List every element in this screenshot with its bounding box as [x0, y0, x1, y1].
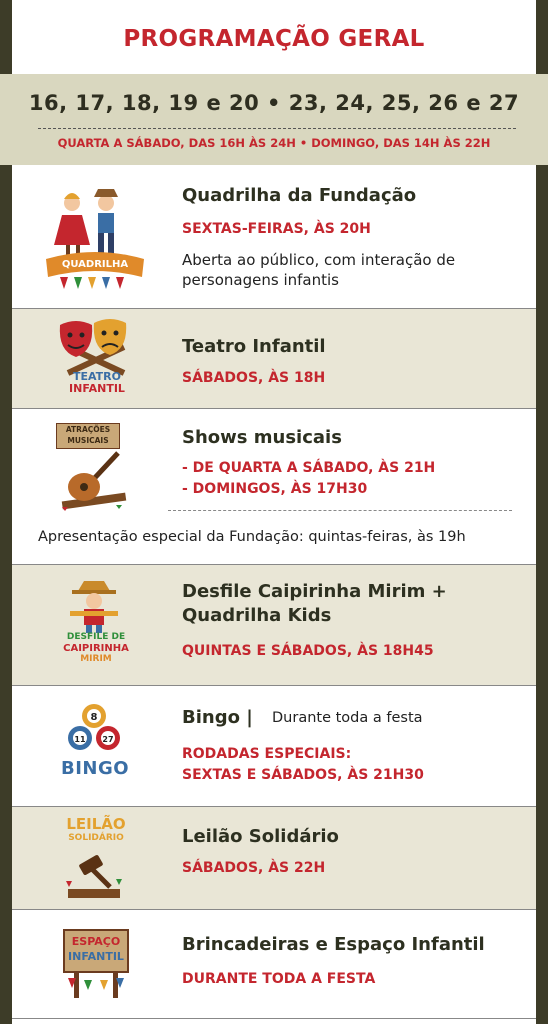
desfile-title-1: Desfile Caipirinha Mirim + — [182, 581, 447, 602]
quadrilha-title: Quadrilha da Fundação — [182, 185, 417, 206]
leilao-icon-label: LEILÃO SOLIDÁRIO — [48, 817, 144, 845]
event-bingo: 8 11 27 BINGO Bingo | Durante toda a fes… — [12, 686, 536, 806]
quadrilha-schedule: SEXTAS-FEIRAS, ÀS 20H — [182, 221, 371, 237]
event-teatro: TEATRO INFANTIL Teatro Infantil SÁBADOS,… — [12, 309, 536, 408]
brincadeiras-icon-label-1: ESPAÇO — [71, 935, 121, 948]
leilao-icon-label-1: LEILÃO — [66, 815, 126, 833]
shows-schedule-2: - DOMINGOS, ÀS 17H30 — [182, 481, 368, 497]
desfile-icon-label-1: DESFILE DE — [66, 632, 126, 642]
teatro-schedule: SÁBADOS, ÀS 18H — [182, 370, 326, 386]
teatro-title: Teatro Infantil — [182, 336, 326, 357]
brincadeiras-icon-label-2: INFANTIL — [68, 950, 124, 963]
bingo-ball-3: 27 — [102, 735, 113, 744]
page-title: PROGRAMAÇÃO GERAL — [123, 26, 425, 52]
shows-icon-label-1: ATRAÇÕES — [65, 425, 111, 434]
shows-note: Apresentação especial da Fundação: quint… — [38, 529, 466, 545]
brincadeiras-icon-label: ESPAÇO INFANTIL — [56, 934, 136, 964]
brincadeiras-schedule: DURANTE TODA A FESTA — [182, 971, 376, 987]
bingo-title: Bingo | — [182, 707, 253, 728]
leilao-schedule: SÁBADOS, ÀS 22H — [182, 860, 326, 876]
bingo-icon-label: BINGO — [60, 758, 130, 779]
bingo-ball-2: 11 — [74, 735, 86, 744]
dashed-divider — [168, 510, 512, 511]
program-card: PROGRAMAÇÃO GERAL 16, 17, 18, 19 e 20 • … — [0, 0, 548, 1024]
scarecrow-icon — [70, 581, 118, 633]
bingo-schedule-2: SEXTAS E SÁBADOS, ÀS 21H30 — [182, 767, 424, 783]
desfile-icon-label: DESFILE DE CAIPIRINHA MIRIM — [48, 632, 144, 665]
shows-title: Shows musicais — [182, 427, 342, 448]
teatro-icon-label: TEATRO INFANTIL — [52, 371, 142, 395]
gavel-icon — [66, 855, 122, 898]
desfile-title-2: Quadrilha Kids — [182, 605, 332, 626]
bingo-title-note: Durante toda a festa — [272, 710, 423, 726]
bingo-balls-icon: 8 11 27 — [68, 704, 120, 750]
leilao-icon-label-2: SOLIDÁRIO — [68, 833, 124, 843]
shows-icon-sign: ATRAÇÕES MUSICAIS — [56, 423, 120, 449]
quadrilha-desc-line2: personagens infantis — [182, 271, 339, 289]
quadrilha-desc-line1: Aberta ao público, com interação de — [182, 251, 456, 269]
desfile-icon-label-3: MIRIM — [80, 654, 112, 664]
shows-icon-label-2: MUSICAIS — [67, 436, 109, 445]
quadrilha-icon-label: QUADRILHA — [61, 259, 129, 270]
brincadeiras-title: Brincadeiras e Espaço Infantil — [182, 934, 485, 955]
festival-dates: 16, 17, 18, 19 e 20 • 23, 24, 25, 26 e 2… — [28, 91, 520, 115]
theater-masks-icon — [59, 319, 127, 376]
divider — [12, 1018, 536, 1019]
desfile-icon-label-2: CAIPIRINHA — [63, 643, 129, 654]
desfile-schedule: QUINTAS E SÁBADOS, ÀS 18H45 — [182, 643, 434, 659]
event-shows: ATRAÇÕES MUSICAIS Shows musicais - DE QU… — [12, 409, 536, 564]
bingo-ball-1: 8 — [91, 712, 98, 723]
dashed-divider — [38, 128, 516, 129]
bingo-schedule-1: RODADAS ESPECIAIS: — [182, 746, 352, 762]
event-brincadeiras: ESPAÇO INFANTIL Brincadeiras e Espaço In… — [12, 910, 536, 1018]
teatro-icon-label-2: INFANTIL — [69, 382, 125, 395]
event-desfile: DESFILE DE CAIPIRINHA MIRIM Desfile Caip… — [12, 565, 536, 685]
guitar-icon — [61, 451, 127, 511]
event-quadrilha: QUADRILHA Quadrilha da Fundação SEXTAS-F… — [12, 165, 536, 308]
dates-band: 16, 17, 18, 19 e 20 • 23, 24, 25, 26 e 2… — [0, 74, 548, 165]
shows-schedule-1: - DE QUARTA A SÁBADO, ÀS 21H — [182, 460, 436, 476]
event-leilao: LEILÃO SOLIDÁRIO Leilão Solidário SÁBADO… — [12, 807, 536, 909]
dancing-couple-icon — [46, 189, 144, 289]
opening-hours: QUARTA A SÁBADO, DAS 16H ÀS 24H • DOMING… — [57, 136, 491, 150]
leilao-title: Leilão Solidário — [182, 826, 339, 847]
